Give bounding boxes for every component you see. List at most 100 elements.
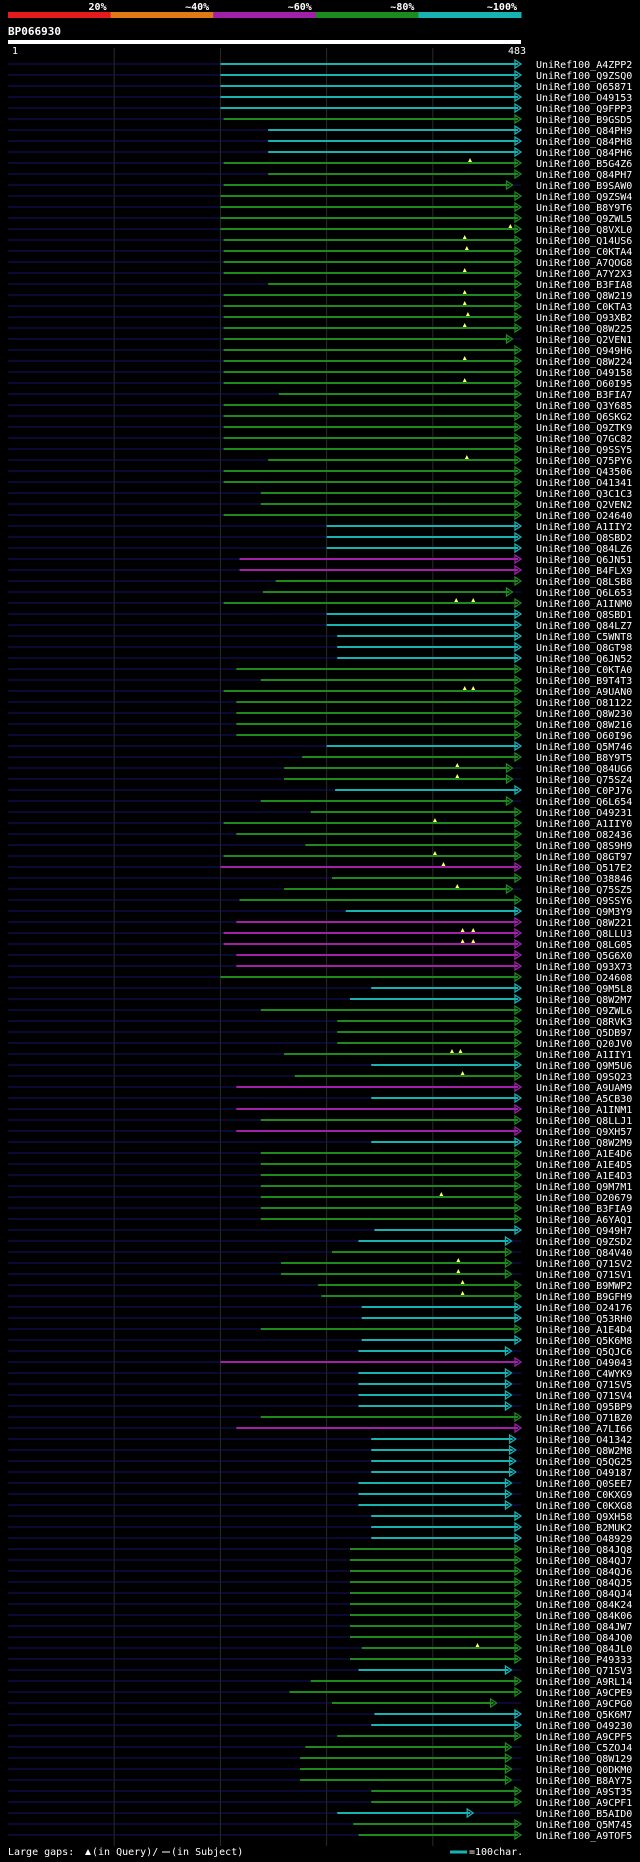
hit-label[interactable]: UniRef100_O48929 (536, 1534, 632, 1545)
hit-row[interactable]: UniRef100_Q8W221 (8, 916, 632, 929)
hit-label[interactable]: UniRef100_Q8W224 (536, 357, 632, 368)
hit-label[interactable]: UniRef100_A1E4D4 (536, 1325, 632, 1336)
hit-row[interactable]: UniRef100_Q8W2M7 (8, 993, 632, 1006)
hit-row[interactable]: UniRef100_Q84QJ6 (8, 1565, 632, 1578)
hit-label[interactable]: UniRef100_Q6L654 (536, 797, 632, 808)
hit-label[interactable]: UniRef100_O49153 (536, 93, 632, 104)
hit-row[interactable]: UniRef100_Q84JL0 (8, 1642, 632, 1655)
hit-label[interactable]: UniRef100_Q6JN52 (536, 654, 632, 665)
hit-label[interactable]: UniRef100_Q5QG25 (536, 1457, 632, 1468)
hit-label[interactable]: UniRef100_Q8GT97 (536, 852, 632, 863)
hit-label[interactable]: UniRef100_Q9ZWL6 (536, 1006, 632, 1017)
hit-row[interactable]: UniRef100_Q84V40 (8, 1246, 632, 1259)
hit-label[interactable]: UniRef100_Q84LZ6 (536, 544, 632, 555)
hit-label[interactable]: UniRef100_C0KXG9 (536, 1490, 632, 1501)
hit-label[interactable]: UniRef100_O38846 (536, 874, 632, 885)
hit-label[interactable]: UniRef100_A9CPF1 (536, 1798, 632, 1809)
hit-label[interactable]: UniRef100_B9GFH9 (536, 1292, 632, 1303)
hit-row[interactable]: UniRef100_Q84JQ0 (8, 1631, 632, 1644)
hit-row[interactable]: UniRef100_A7QOG8 (8, 256, 632, 269)
hit-row[interactable]: UniRef100_P49333 (8, 1653, 632, 1666)
hit-label[interactable]: UniRef100_Q0DKM0 (536, 1765, 632, 1776)
hit-label[interactable]: UniRef100_Q84QJ4 (536, 1589, 632, 1600)
hit-row[interactable]: UniRef100_Q5M745 (8, 1818, 632, 1831)
hit-row[interactable]: UniRef100_Q3C1C3 (8, 487, 632, 500)
hit-row[interactable]: UniRef100_B9T4T3 (8, 674, 632, 687)
hit-row[interactable]: UniRef100_Q9M5U6 (8, 1059, 632, 1072)
hit-label[interactable]: UniRef100_Q75SZ5 (536, 885, 632, 896)
hit-label[interactable]: UniRef100_O24640 (536, 511, 632, 522)
hit-row[interactable]: UniRef100_Q5G6X0 (8, 949, 632, 962)
hit-row[interactable]: UniRef100_Q75PY6 (8, 454, 632, 467)
hit-row[interactable]: UniRef100_Q84LZ7 (8, 619, 632, 632)
hit-label[interactable]: UniRef100_A7QOG8 (536, 258, 632, 269)
hit-label[interactable]: UniRef100_B9T4T3 (536, 676, 632, 687)
hit-label[interactable]: UniRef100_Q53RH0 (536, 1314, 632, 1325)
hit-row[interactable]: UniRef100_Q9M3Y9 (8, 905, 632, 918)
hit-label[interactable]: UniRef100_Q9M5U6 (536, 1061, 632, 1072)
hit-label[interactable]: UniRef100_O49231 (536, 808, 632, 819)
hit-row[interactable]: UniRef100_Q9ZTK9 (8, 421, 632, 434)
hit-row[interactable]: UniRef100_Q8LSB8 (8, 575, 632, 588)
hit-row[interactable]: UniRef100_O81122 (8, 696, 632, 709)
hit-row[interactable]: UniRef100_Q8W219 (8, 289, 632, 302)
hit-label[interactable]: UniRef100_Q5K6M7 (536, 1710, 632, 1721)
hit-row[interactable]: UniRef100_A9TOF5 (8, 1829, 632, 1842)
hit-label[interactable]: UniRef100_C0PJ76 (536, 786, 632, 797)
hit-label[interactable]: UniRef100_A6YAQ1 (536, 1215, 632, 1226)
hit-row[interactable]: UniRef100_Q8W224 (8, 355, 632, 368)
hit-row[interactable]: UniRef100_Q9SSY6 (8, 894, 632, 907)
hit-row[interactable]: UniRef100_A9ST35 (8, 1785, 632, 1798)
hit-label[interactable]: UniRef100_A9ST35 (536, 1787, 632, 1798)
hit-row[interactable]: UniRef100_Q8W225 (8, 322, 632, 335)
hit-row[interactable]: UniRef100_O41342 (8, 1433, 632, 1446)
hit-row[interactable]: UniRef100_Q9ZSQ0 (8, 69, 632, 82)
hit-row[interactable]: UniRef100_Q14US6 (8, 234, 632, 247)
hit-row[interactable]: UniRef100_B3FIA9 (8, 1202, 632, 1215)
hit-row[interactable]: UniRef100_Q71BZ0 (8, 1411, 632, 1424)
hit-row[interactable]: UniRef100_A9CPF1 (8, 1796, 632, 1809)
hit-label[interactable]: UniRef100_Q9XH57 (536, 1127, 632, 1138)
hit-label[interactable]: UniRef100_O41342 (536, 1435, 632, 1446)
hit-label[interactable]: UniRef100_Q949H7 (536, 1226, 632, 1237)
hit-row[interactable]: UniRef100_Q5DB97 (8, 1026, 632, 1039)
hit-label[interactable]: UniRef100_Q9M3Y9 (536, 907, 632, 918)
hit-label[interactable]: UniRef100_A9UAN0 (536, 687, 632, 698)
hit-row[interactable]: UniRef100_A1IIY2 (8, 520, 632, 533)
hit-label[interactable]: UniRef100_Q8W219 (536, 291, 632, 302)
hit-label[interactable]: UniRef100_O24608 (536, 973, 632, 984)
hit-label[interactable]: UniRef100_Q84K24 (536, 1600, 632, 1611)
hit-label[interactable]: UniRef100_Q9M5L8 (536, 984, 632, 995)
hit-row[interactable]: UniRef100_Q93X73 (8, 960, 632, 973)
hit-row[interactable]: UniRef100_A1IIY1 (8, 1048, 632, 1061)
hit-row[interactable]: UniRef100_A9UAN0 (8, 685, 632, 698)
hit-label[interactable]: UniRef100_C0KXG8 (536, 1501, 632, 1512)
hit-label[interactable]: UniRef100_Q43506 (536, 467, 632, 478)
hit-label[interactable]: UniRef100_C0KTA3 (536, 302, 632, 313)
hit-row[interactable]: UniRef100_B5G4Z6 (8, 157, 632, 170)
hit-label[interactable]: UniRef100_P49333 (536, 1655, 632, 1666)
hit-row[interactable]: UniRef100_Q9SSY5 (8, 443, 632, 456)
hit-label[interactable]: UniRef100_Q8LLJ1 (536, 1116, 632, 1127)
hit-label[interactable]: UniRef100_Q65871 (536, 82, 632, 93)
hit-label[interactable]: UniRef100_A1E4D5 (536, 1160, 632, 1171)
hit-row[interactable]: UniRef100_Q8VXL0 (8, 223, 632, 236)
hit-row[interactable]: UniRef100_A9RL14 (8, 1675, 632, 1688)
hit-label[interactable]: UniRef100_Q8GT98 (536, 643, 632, 654)
hit-row[interactable]: UniRef100_Q9XH57 (8, 1125, 632, 1138)
hit-row[interactable]: UniRef100_Q84JW7 (8, 1620, 632, 1633)
hit-row[interactable]: UniRef100_O41341 (8, 476, 632, 489)
hit-label[interactable]: UniRef100_Q5QJC6 (536, 1347, 632, 1358)
hit-label[interactable]: UniRef100_C5ZOJ4 (536, 1743, 632, 1754)
hit-row[interactable]: UniRef100_B8Y9T6 (8, 201, 632, 214)
hit-row[interactable]: UniRef100_Q8W216 (8, 718, 632, 731)
hit-row[interactable]: UniRef100_A7Y2X3 (8, 267, 632, 280)
hit-row[interactable]: UniRef100_A1E4D5 (8, 1158, 632, 1171)
hit-label[interactable]: UniRef100_A9CPG0 (536, 1699, 632, 1710)
hit-row[interactable]: UniRef100_Q75SZ5 (8, 883, 632, 896)
hit-label[interactable]: UniRef100_O82436 (536, 830, 632, 841)
hit-label[interactable]: UniRef100_A1IIY0 (536, 819, 632, 830)
hit-label[interactable]: UniRef100_Q3C1C3 (536, 489, 632, 500)
hit-row[interactable]: UniRef100_A1INM0 (8, 597, 632, 610)
hit-label[interactable]: UniRef100_Q9ZSQ0 (536, 71, 632, 82)
